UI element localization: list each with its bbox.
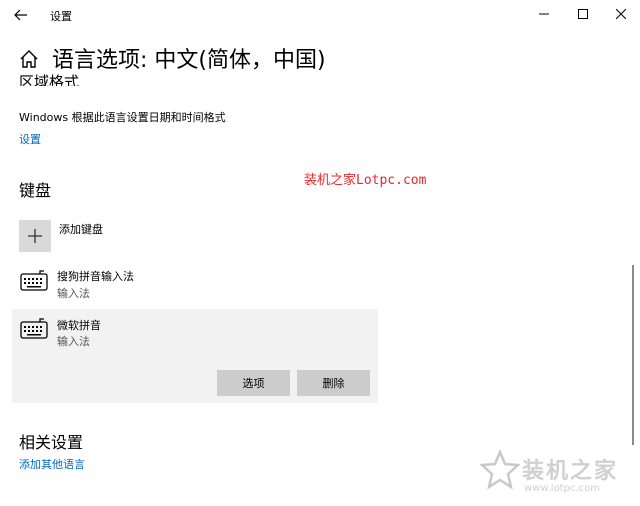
logo-url: www.lotpc.com xyxy=(524,483,600,494)
add-keyboard-label[interactable]: 添加键盘 xyxy=(59,221,103,237)
keyboard-item-type: 输入法 xyxy=(57,335,90,348)
maximize-icon xyxy=(578,9,588,19)
close-icon xyxy=(616,9,626,19)
maximize-button[interactable] xyxy=(564,0,602,28)
keyboard-item-microsoft-pinyin[interactable]: 微软拼音 输入法 选项 删除 xyxy=(12,309,378,403)
remove-button[interactable]: 删除 xyxy=(297,370,370,396)
add-keyboard-button[interactable] xyxy=(19,220,51,252)
logo-name: 装机之家 xyxy=(522,459,619,484)
page-title: 语言选项: 中文(简体，中国) xyxy=(52,48,326,73)
back-arrow-icon xyxy=(14,9,27,21)
home-icon[interactable] xyxy=(18,48,40,70)
keyboard-icon xyxy=(20,270,48,291)
watermark-logo: 装机之家 www.lotpc.com xyxy=(480,447,636,503)
options-button[interactable]: 选项 xyxy=(217,370,290,396)
back-button[interactable] xyxy=(8,3,34,27)
minimize-icon xyxy=(539,13,549,15)
region-settings-link[interactable]: 设置 xyxy=(19,131,41,147)
related-settings-heading: 相关设置 xyxy=(19,433,84,452)
close-button[interactable] xyxy=(602,0,640,28)
scrollbar[interactable] xyxy=(632,265,634,445)
keyboard-item-sogou[interactable]: 搜狗拼音输入法 输入法 xyxy=(12,262,378,306)
title-bar: 设置 xyxy=(0,0,640,30)
keyboard-item-name: 微软拼音 xyxy=(57,319,101,332)
keyboard-heading: 键盘 xyxy=(19,181,52,200)
plus-icon xyxy=(28,229,42,243)
watermark-text: 装机之家Lotpc.com xyxy=(304,173,427,188)
keyboard-item-name: 搜狗拼音输入法 xyxy=(57,270,134,283)
keyboard-icon xyxy=(20,318,48,339)
minimize-button[interactable] xyxy=(525,0,563,28)
keyboard-item-type: 输入法 xyxy=(57,287,90,300)
star-logo-icon xyxy=(480,449,520,489)
region-description: Windows 根据此语言设置日期和时间格式 xyxy=(19,111,226,124)
window-title: 设置 xyxy=(50,10,72,23)
region-format-heading: 区域格式 xyxy=(19,74,80,86)
add-language-link[interactable]: 添加其他语言 xyxy=(19,456,85,472)
